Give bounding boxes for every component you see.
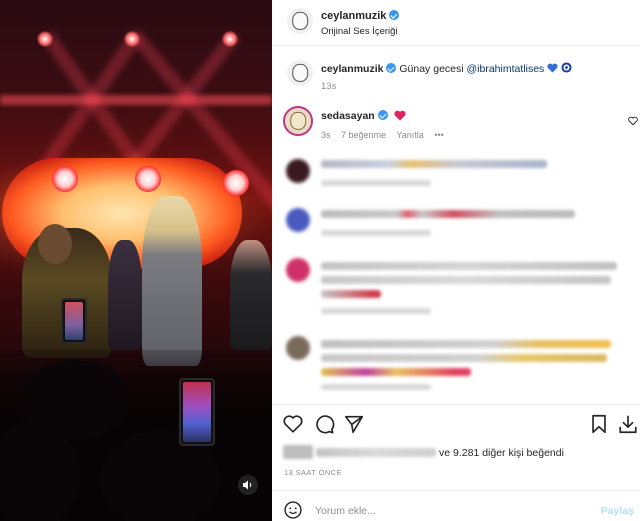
blurred-liker-avatars — [283, 445, 313, 459]
emoji-icon[interactable] — [283, 500, 303, 520]
ceiling-light — [124, 31, 140, 47]
blurred-commenter-avatar — [286, 336, 310, 360]
author-avatar[interactable] — [287, 8, 313, 34]
post-header: ceylanmuzik Orijinal Ses İçeriği — [272, 0, 640, 46]
caption: ceylanmuzik Günay gecesi @ibrahimtatlise… — [321, 62, 572, 75]
send-icon[interactable] — [343, 413, 365, 435]
stage-spotlight — [52, 166, 78, 192]
blue-heart-emoji-icon — [547, 63, 558, 73]
comment-meta: 3s 7 beğenme Yanıtla ••• — [321, 130, 452, 140]
audio-label[interactable]: Orijinal Ses İçeriği — [321, 26, 398, 37]
blurred-commenter-avatar — [286, 159, 310, 183]
likes-count-text[interactable]: ve 9.281 diğer kişi beğendi — [439, 447, 564, 459]
evil-eye-emoji-icon — [561, 62, 572, 73]
caption-time: 13s — [321, 81, 337, 92]
band-member — [230, 240, 272, 350]
band-member — [108, 240, 142, 350]
comment-bar: Yorum ekle... Paylaş — [272, 490, 640, 521]
blurred-comment-text — [321, 368, 471, 376]
blurred-comment-meta — [321, 230, 431, 236]
heart-icon[interactable] — [282, 413, 304, 435]
ceiling-light-bar — [0, 95, 272, 105]
verified-badge-icon — [377, 110, 388, 120]
caption-text: Günay gecesi — [399, 63, 464, 75]
stage-spotlight — [135, 166, 161, 192]
blurred-comment-text — [321, 276, 611, 284]
verified-badge-icon — [389, 10, 400, 20]
blurred-comment-meta — [321, 180, 431, 186]
audience-phone — [179, 378, 215, 446]
author-username[interactable]: ceylanmuzik — [321, 10, 400, 22]
blurred-comment-text — [321, 210, 575, 218]
reply-link[interactable]: Yanıtla — [396, 130, 423, 140]
standing-singer — [142, 196, 202, 366]
blurred-commenter-avatar — [286, 208, 310, 232]
commenter-avatar[interactable] — [283, 106, 313, 136]
comment-time: 3s — [321, 130, 331, 140]
caption-mention-link[interactable]: @ibrahimtatlises — [467, 63, 545, 75]
red-heart-emoji-icon — [394, 110, 406, 121]
blurred-comment-text — [321, 262, 617, 270]
comment-author[interactable]: sedasayan — [321, 110, 406, 122]
likes-summary[interactable]: ve 9.281 diğer kişi beğendi — [283, 445, 564, 459]
more-options-icon[interactable]: ••• — [434, 130, 443, 140]
blurred-commenter-avatar — [286, 258, 310, 282]
singer-head — [38, 224, 72, 264]
stage-spotlight — [223, 170, 249, 196]
post-details-panel: ceylanmuzik Orijinal Ses İçeriği ceylanm… — [272, 0, 640, 521]
comment-likes-link[interactable]: 7 beğenme — [341, 130, 386, 140]
sound-toggle-button[interactable] — [238, 475, 258, 495]
blurred-comment-text — [321, 340, 611, 348]
blurred-comment-meta — [321, 308, 431, 314]
audience-phone — [61, 298, 87, 344]
concert-video-frame[interactable] — [0, 0, 272, 521]
post-timestamp: 13 SAAT ÖNCE — [284, 468, 342, 477]
post-actions-bar — [272, 404, 640, 440]
ceiling-light — [37, 31, 53, 47]
comment-input[interactable]: Yorum ekle... — [315, 505, 376, 517]
blurred-comment-text — [321, 354, 607, 362]
comment-like-heart-icon[interactable] — [628, 116, 638, 126]
verified-badge-icon — [386, 63, 397, 73]
blurred-comment-text — [321, 290, 381, 298]
blurred-comment-meta — [321, 384, 431, 390]
download-icon[interactable] — [617, 413, 639, 435]
ceiling-light — [222, 31, 238, 47]
comment-icon[interactable] — [313, 413, 335, 435]
bookmark-icon[interactable] — [588, 413, 610, 435]
sound-icon — [243, 480, 252, 490]
caption-author-avatar[interactable] — [287, 60, 313, 86]
video-player[interactable] — [0, 0, 272, 521]
blurred-liker-names — [316, 448, 436, 457]
blurred-comment-text — [321, 160, 547, 168]
caption-author[interactable]: ceylanmuzik — [321, 63, 383, 75]
post-comment-button[interactable]: Paylaş — [601, 505, 634, 517]
